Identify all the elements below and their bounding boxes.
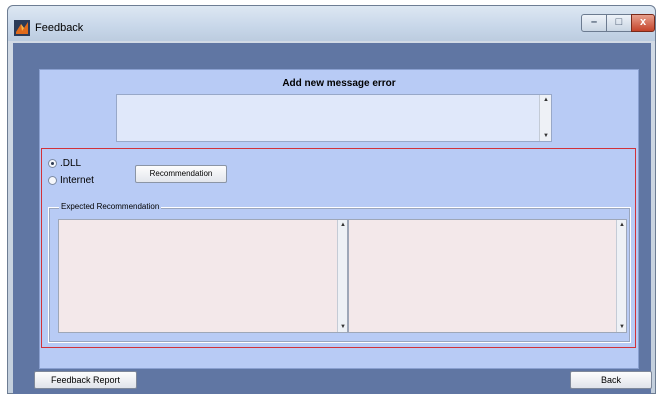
maximize-button[interactable]: □	[606, 14, 632, 32]
radio-dll-button[interactable]	[48, 159, 57, 168]
group-legend: Expected Recommendation	[59, 202, 162, 211]
scroll-up-icon[interactable]: ▲	[540, 97, 552, 103]
recommendation-section: .DLL Internet Recommendation Expected Re…	[41, 148, 636, 348]
scroll-up-icon[interactable]: ▲	[338, 222, 348, 228]
radio-dll[interactable]: .DLL	[48, 158, 81, 169]
expected-recommendation-group: Expected Recommendation ▲ ▼ ▲ ▼	[48, 202, 631, 343]
recommendation-button[interactable]: Recommendation	[135, 165, 227, 183]
radio-internet-label: Internet	[60, 175, 94, 186]
radio-dll-label: .DLL	[60, 158, 82, 169]
feedback-report-button[interactable]: Feedback Report	[34, 371, 137, 389]
window-title: Feedback	[35, 22, 84, 34]
scroll-down-icon[interactable]: ▼	[338, 324, 348, 330]
right-scrollbar[interactable]: ▲ ▼	[616, 220, 626, 332]
message-scrollbar[interactable]: ▲ ▼	[539, 95, 551, 141]
panel-heading: Add new message error	[282, 78, 396, 89]
maximize-icon: □	[615, 16, 623, 28]
feedback-panel: Add new message error ▲ ▼ .DLL Internet …	[39, 69, 639, 369]
minimize-button[interactable]: –	[581, 14, 607, 32]
message-error-input[interactable]: ▲ ▼	[116, 94, 552, 142]
scroll-up-icon[interactable]: ▲	[617, 222, 627, 228]
scroll-down-icon[interactable]: ▼	[617, 324, 627, 330]
close-button[interactable]: x	[631, 14, 655, 32]
back-button[interactable]: Back	[570, 371, 652, 389]
radio-internet[interactable]: Internet	[48, 175, 94, 186]
recommendation-left-textarea[interactable]: ▲ ▼	[58, 219, 348, 333]
scroll-down-icon[interactable]: ▼	[540, 133, 552, 139]
minimize-icon: –	[590, 16, 598, 28]
recommendation-right-textarea[interactable]: ▲ ▼	[348, 219, 627, 333]
title-bar[interactable]: Feedback – □ x	[8, 6, 655, 41]
radio-internet-button[interactable]	[48, 176, 57, 185]
left-scrollbar[interactable]: ▲ ▼	[337, 220, 347, 332]
feedback-window: Feedback – □ x Add new message error ▲ ▼	[7, 5, 656, 394]
client-area: Add new message error ▲ ▼ .DLL Internet …	[13, 43, 652, 394]
close-icon: x	[639, 16, 647, 28]
matlab-icon	[14, 20, 30, 36]
